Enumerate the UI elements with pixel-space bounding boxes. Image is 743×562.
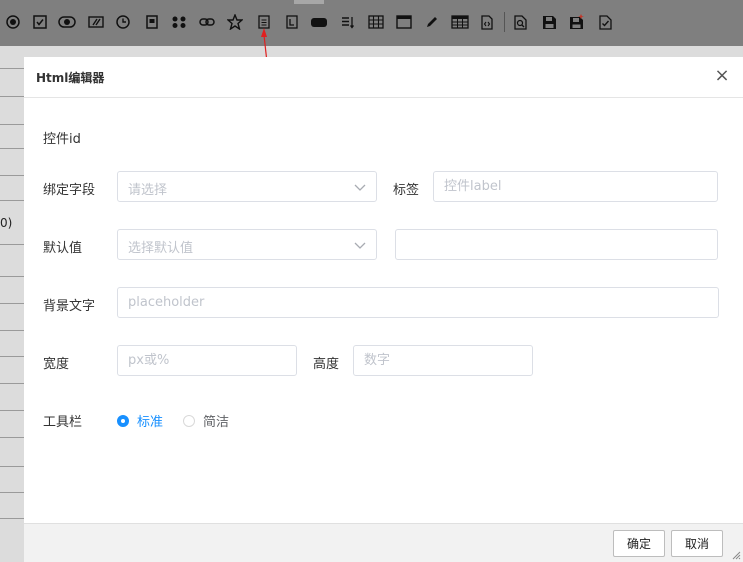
bg-divider (0, 124, 24, 125)
radio-simple[interactable]: 简洁 (183, 411, 229, 430)
height-field[interactable] (354, 346, 532, 375)
grid-icon[interactable] (450, 11, 470, 33)
link-icon[interactable] (197, 11, 217, 33)
resize-grip-icon[interactable] (731, 550, 741, 560)
height-label: 高度 (313, 357, 340, 372)
background-value: 0) (0, 216, 13, 230)
bind-field-placeholder: 请选择 (128, 183, 168, 198)
radio-unselected-icon (183, 414, 195, 427)
bg-divider (0, 244, 24, 245)
width-field[interactable] (118, 346, 296, 375)
toolbar-separator (504, 12, 505, 32)
radio-icon[interactable] (3, 11, 23, 33)
chevron-down-icon (354, 184, 366, 191)
bg-divider (0, 96, 24, 97)
radio-selected-icon (117, 414, 129, 427)
tag-input[interactable] (433, 171, 718, 202)
bg-divider (0, 383, 24, 384)
preview-icon[interactable] (510, 11, 530, 33)
checkbox-icon[interactable] (30, 11, 50, 33)
bg-divider (0, 518, 24, 519)
frame-icon[interactable] (142, 11, 162, 33)
default-value-field[interactable] (396, 230, 717, 259)
bg-divider (0, 466, 24, 467)
label-icon[interactable] (282, 11, 302, 33)
bind-field-select[interactable]: 请选择 (117, 171, 377, 202)
html-editor-dialog: Html编辑器 × 控件id 绑定字段 请选择 标签 默认值 选择默认值 背景文… (24, 57, 743, 562)
width-label: 宽度 (43, 357, 70, 372)
chevron-down-icon (354, 242, 366, 249)
default-value-label: 默认值 (43, 241, 83, 256)
dialog-title: Html编辑器 (36, 71, 105, 85)
check-icon[interactable] (595, 11, 615, 33)
width-input[interactable] (117, 345, 297, 376)
list-icon[interactable] (338, 11, 358, 33)
tag-label: 标签 (393, 183, 420, 198)
window-icon[interactable] (394, 11, 414, 33)
bg-divider (0, 303, 24, 304)
bg-divider (0, 68, 24, 69)
html-editor-icon[interactable] (254, 11, 274, 33)
default-value-input[interactable] (395, 229, 718, 260)
close-icon[interactable]: × (713, 66, 731, 86)
background-text-input[interactable] (117, 287, 719, 318)
ok-button[interactable]: 确定 (613, 530, 665, 557)
button-icon[interactable] (309, 11, 329, 33)
group-icon[interactable] (169, 11, 189, 33)
bg-divider (0, 492, 24, 493)
code-file-icon[interactable] (477, 11, 497, 33)
radio-standard[interactable]: 标准 (117, 411, 163, 430)
bg-divider (0, 410, 24, 411)
star-icon[interactable] (225, 11, 245, 33)
tag-input-field[interactable] (434, 172, 717, 201)
save-icon[interactable] (539, 11, 559, 33)
clock-icon[interactable] (113, 11, 133, 33)
bg-divider (0, 175, 24, 176)
bg-divider (0, 356, 24, 357)
table-icon[interactable] (366, 11, 386, 33)
bind-field-label: 绑定字段 (43, 183, 96, 198)
bg-divider (0, 200, 24, 201)
background-text-field[interactable] (118, 288, 718, 317)
background-text-label: 背景文字 (43, 299, 96, 314)
radio-standard-label: 标准 (137, 415, 164, 430)
dialog-footer: 确定 取消 (24, 523, 743, 562)
height-input[interactable] (353, 345, 533, 376)
toggle-icon[interactable] (57, 11, 77, 33)
bg-divider (0, 330, 24, 331)
dialog-header: Html编辑器 × (24, 57, 743, 98)
default-value-select[interactable]: 选择默认值 (117, 229, 377, 260)
bg-divider (0, 148, 24, 149)
control-id-label: 控件id (43, 132, 81, 147)
save-as-icon[interactable] (567, 11, 587, 33)
text-edit-icon[interactable] (86, 11, 106, 33)
default-value-placeholder: 选择默认值 (128, 241, 194, 256)
pen-icon[interactable] (422, 11, 442, 33)
radio-simple-label: 简洁 (203, 415, 230, 430)
toolbar-label: 工具栏 (43, 415, 83, 430)
toolbar-tab[interactable] (294, 0, 324, 4)
bg-divider (0, 276, 24, 277)
cancel-button[interactable]: 取消 (671, 530, 723, 557)
toolbar (0, 0, 743, 46)
bg-divider (0, 437, 24, 438)
